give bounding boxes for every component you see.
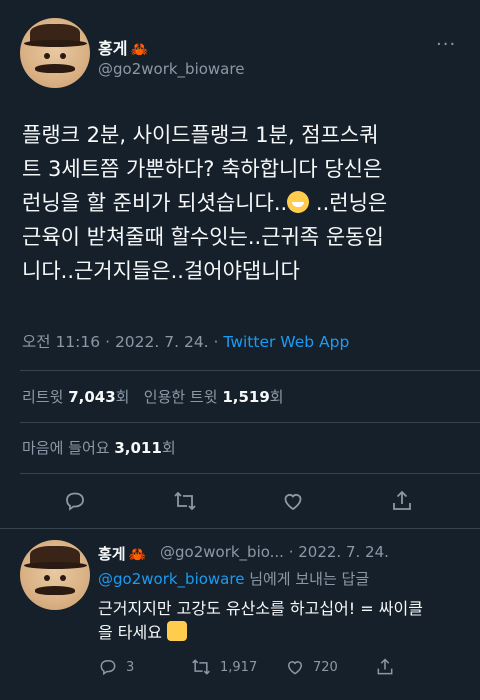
tweet-text-line: 트 3세트쯤 가뿐하다? 축하합니다 당신은 xyxy=(22,157,383,181)
reply-text-fragment: 을 타세요 xyxy=(98,623,162,642)
reply-retweet-count: 1,917 xyxy=(220,659,258,675)
crab-emoji-icon: 🦀 xyxy=(130,42,148,58)
reply-icon xyxy=(66,492,84,511)
author-avatar[interactable] xyxy=(20,18,90,88)
retweets-unit: 회 xyxy=(115,388,130,406)
retweet-icon xyxy=(174,491,196,511)
reply-button[interactable] xyxy=(62,488,88,514)
reply-text-line: 을 타세요 xyxy=(98,621,458,645)
likes-stat[interactable]: 마음에 들어요 3,011회 xyxy=(22,437,176,458)
retweet-stats: 리트윗 7,043회 인용한 트윗 1,519회 xyxy=(22,386,284,407)
likes-count: 3,011 xyxy=(114,439,162,457)
heart-icon xyxy=(284,494,302,511)
tweet-text-fragment: 런닝을 할 준비가 되셧습니다.. xyxy=(22,191,288,215)
hat-brim-shape xyxy=(23,562,87,570)
like-button[interactable] xyxy=(280,488,306,514)
quotes-count: 1,519 xyxy=(222,388,270,406)
author-name[interactable]: 홍게 🦀 xyxy=(98,35,148,59)
eye-right xyxy=(59,53,67,60)
reply-meta[interactable]: @go2work_bio... · 2022. 7. 24. xyxy=(160,543,389,561)
mustache-shape xyxy=(35,64,75,73)
retweet-icon xyxy=(192,659,210,675)
mustache-shape xyxy=(35,586,75,595)
more-options-button[interactable]: ··· xyxy=(436,34,456,55)
tweet-text-fragment: ..런닝은 xyxy=(315,191,388,215)
reply-like-button[interactable]: 720 xyxy=(285,657,338,677)
divider xyxy=(0,528,480,529)
thumbs-up-emoji-icon xyxy=(167,621,188,641)
share-icon xyxy=(377,658,393,675)
hat-brim-shape xyxy=(23,40,87,48)
divider xyxy=(20,473,480,474)
tweet-text-line: 플랭크 2분, 사이드플랭크 1분, 점프스쿼 xyxy=(22,123,379,147)
quotes-stat[interactable]: 인용한 트윗 1,519회 xyxy=(144,388,284,406)
retweets-stat[interactable]: 리트윗 7,043회 xyxy=(22,388,129,406)
eye-left xyxy=(43,53,51,60)
reply-text-line: 근거지지만 고강도 유산소를 하고십어! = 싸이클 xyxy=(98,599,423,618)
grinning-face-emoji-icon xyxy=(287,191,310,213)
tweet-text-line: 런닝을 할 준비가 되셧습니다.. ..런닝은 xyxy=(22,186,462,220)
reply-author-name-text[interactable]: 홍게 xyxy=(98,545,126,563)
reply-author-avatar[interactable] xyxy=(20,540,90,610)
share-icon xyxy=(393,490,411,510)
reply-retweet-button[interactable]: 1,917 xyxy=(190,657,257,677)
reply-like-count: 720 xyxy=(313,659,338,675)
reply-reply-button[interactable]: 3 xyxy=(98,657,134,677)
tweet-meta: 오전 11:16 · 2022. 7. 24. · Twitter Web Ap… xyxy=(22,330,349,352)
quotes-label: 인용한 트윗 xyxy=(143,388,218,406)
tweet-text-line: 근육이 받쳐줄때 할수잇는..근귀족 운동입 xyxy=(22,225,384,249)
replying-to: @go2work_bioware 님에게 보내는 답글 xyxy=(98,568,369,589)
eye-right xyxy=(59,575,67,582)
likes-unit: 회 xyxy=(161,439,176,457)
reply-share-button[interactable] xyxy=(375,657,395,677)
reply-icon xyxy=(100,659,116,676)
tweet-time[interactable]: 오전 11:16 xyxy=(22,333,100,351)
divider xyxy=(20,370,480,371)
author-handle[interactable]: @go2work_bioware xyxy=(98,60,244,78)
tweet-text: 플랭크 2분, 사이드플랭크 1분, 점프스쿼 트 3세트쯤 가뿐하다? 축하합… xyxy=(22,118,462,288)
share-button[interactable] xyxy=(389,488,415,514)
reply-mention-link[interactable]: @go2work_bioware xyxy=(98,570,244,588)
reply-reply-count: 3 xyxy=(126,659,135,675)
meta-separator: · xyxy=(105,333,110,351)
heart-icon xyxy=(287,661,303,675)
quotes-unit: 회 xyxy=(269,388,284,406)
crab-emoji-icon: 🦀 xyxy=(128,547,147,563)
divider xyxy=(20,422,480,423)
likes-label: 마음에 들어요 xyxy=(22,439,110,457)
retweets-count: 7,043 xyxy=(68,388,116,406)
eye-left xyxy=(43,575,51,582)
retweet-button[interactable] xyxy=(172,488,198,514)
tweet-date[interactable]: 2022. 7. 24. xyxy=(115,333,209,351)
reply-text: 근거지지만 고강도 유산소를 하고십어! = 싸이클 을 타세요 xyxy=(98,597,458,645)
reply-author-name[interactable]: 홍게 🦀 xyxy=(98,543,146,564)
replying-to-suffix: 님에게 보내는 답글 xyxy=(244,570,370,588)
retweets-label: 리트윗 xyxy=(22,388,64,406)
meta-separator: · xyxy=(213,333,219,351)
author-name-text[interactable]: 홍게 xyxy=(98,39,127,58)
tweet-source-link[interactable]: Twitter Web App xyxy=(223,333,349,351)
tweet-text-line: 니다..근거지들은..걸어야댑니다 xyxy=(22,259,300,283)
